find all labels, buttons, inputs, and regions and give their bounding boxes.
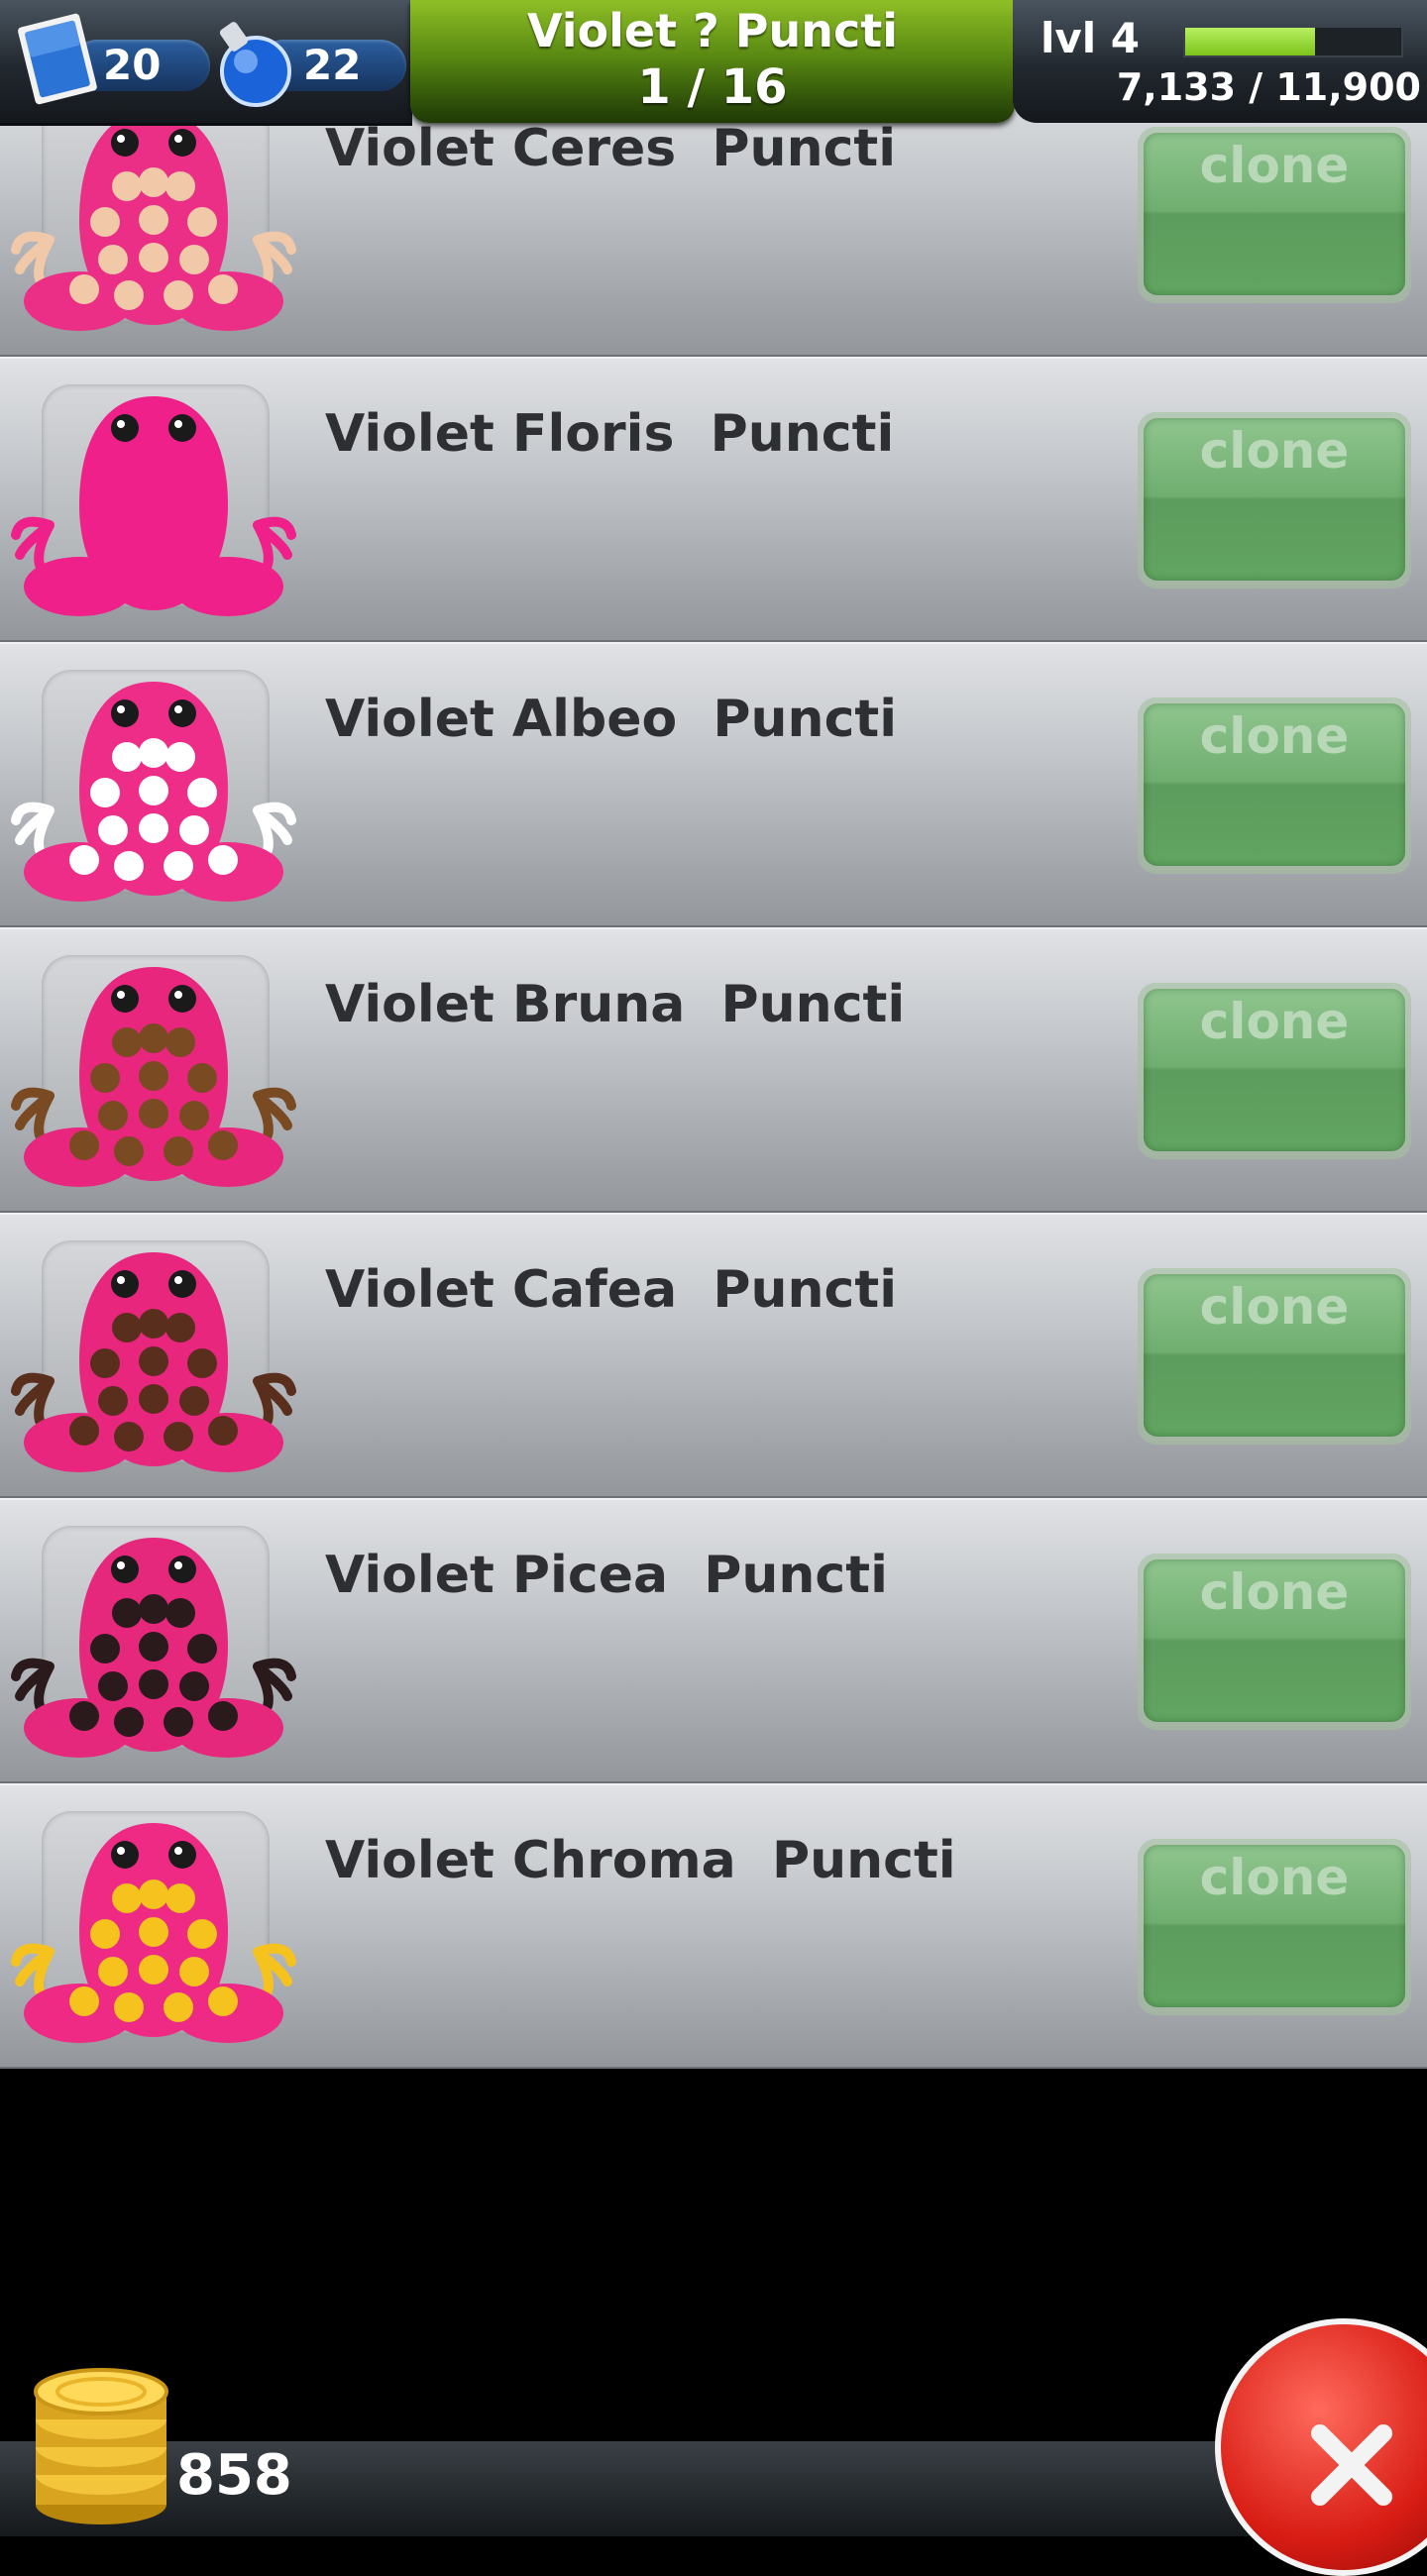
frog-row: Violet Bruna Puncti clone <box>0 927 1427 1213</box>
frog-icon <box>11 682 296 902</box>
frog-name: Violet Chroma Puncti <box>325 1831 956 1890</box>
level-panel: lvl 4 7,133 / 11,900 <box>1013 0 1427 123</box>
frog-row: Violet Cafea Puncti clone <box>0 1213 1427 1498</box>
page-indicator: 1 / 16 <box>637 59 788 115</box>
clone-button-label: clone <box>1199 1563 1350 1621</box>
clone-button-label: clone <box>1199 993 1350 1050</box>
coins-icon <box>34 2368 168 2524</box>
clone-button-face: clone <box>1144 703 1405 866</box>
frog-name: Violet Floris Puncti <box>325 404 895 464</box>
clone-button[interactable]: clone <box>1138 1268 1411 1445</box>
clone-button[interactable]: clone <box>1138 1839 1411 2015</box>
frog-row: Violet Floris Puncti clone <box>0 357 1427 642</box>
xp-bar-fill <box>1185 28 1315 55</box>
frog-icon <box>11 1823 296 2043</box>
stamps-count: 20 <box>103 41 162 89</box>
clone-button[interactable]: clone <box>1138 698 1411 874</box>
frog-icon <box>11 1252 296 1472</box>
clone-button-face: clone <box>1144 133 1405 295</box>
title-panel: Violet ? Puncti 1 / 16 <box>410 0 1015 123</box>
xp-text: 7,133 / 11,900 <box>1116 65 1421 109</box>
clone-button-face: clone <box>1144 1274 1405 1437</box>
frog-name: Violet Picea Puncti <box>325 1546 888 1605</box>
clone-button[interactable]: clone <box>1138 983 1411 1159</box>
clone-button[interactable]: clone <box>1138 1554 1411 1730</box>
clone-button[interactable]: clone <box>1138 127 1411 303</box>
frog-name: Violet Bruna Puncti <box>325 975 906 1034</box>
top-hud: 20 22 Violet ? Puncti 1 / 16 lvl 4 7,133… <box>0 0 1427 129</box>
clone-button-face: clone <box>1144 418 1405 581</box>
xp-bar <box>1183 26 1403 57</box>
frog-name: Violet Albeo Puncti <box>325 690 898 749</box>
level-label: lvl 4 <box>1041 14 1141 62</box>
species-title: Violet ? Puncti <box>526 4 899 57</box>
frog-row: Violet Picea Puncti clone <box>0 1498 1427 1783</box>
clone-button-face: clone <box>1144 989 1405 1151</box>
coins-count: 858 <box>176 2443 292 2508</box>
frog-icon <box>11 1538 296 1758</box>
frog-icon <box>11 111 296 331</box>
clone-button-face: clone <box>1144 1559 1405 1722</box>
clone-button-label: clone <box>1199 137 1350 194</box>
clone-button-label: clone <box>1199 1849 1350 1906</box>
frog-name: Violet Cafea Puncti <box>325 1260 898 1320</box>
frog-row: Violet Albeo Puncti clone <box>0 642 1427 927</box>
clone-button-label: clone <box>1199 1278 1350 1336</box>
potions-count: 22 <box>303 41 362 89</box>
clone-button[interactable]: clone <box>1138 412 1411 589</box>
clone-button-face: clone <box>1144 1845 1405 2007</box>
close-icon <box>1311 2424 1392 2506</box>
potion-icon <box>219 22 291 107</box>
stamp-icon <box>18 13 97 105</box>
currency-panel: 20 22 <box>0 0 412 126</box>
frog-icon <box>11 967 296 1187</box>
frog-row: Violet Chroma Puncti clone <box>0 1783 1427 2069</box>
frog-icon <box>11 396 296 616</box>
clone-button-label: clone <box>1199 422 1350 480</box>
clone-button-label: clone <box>1199 707 1350 765</box>
